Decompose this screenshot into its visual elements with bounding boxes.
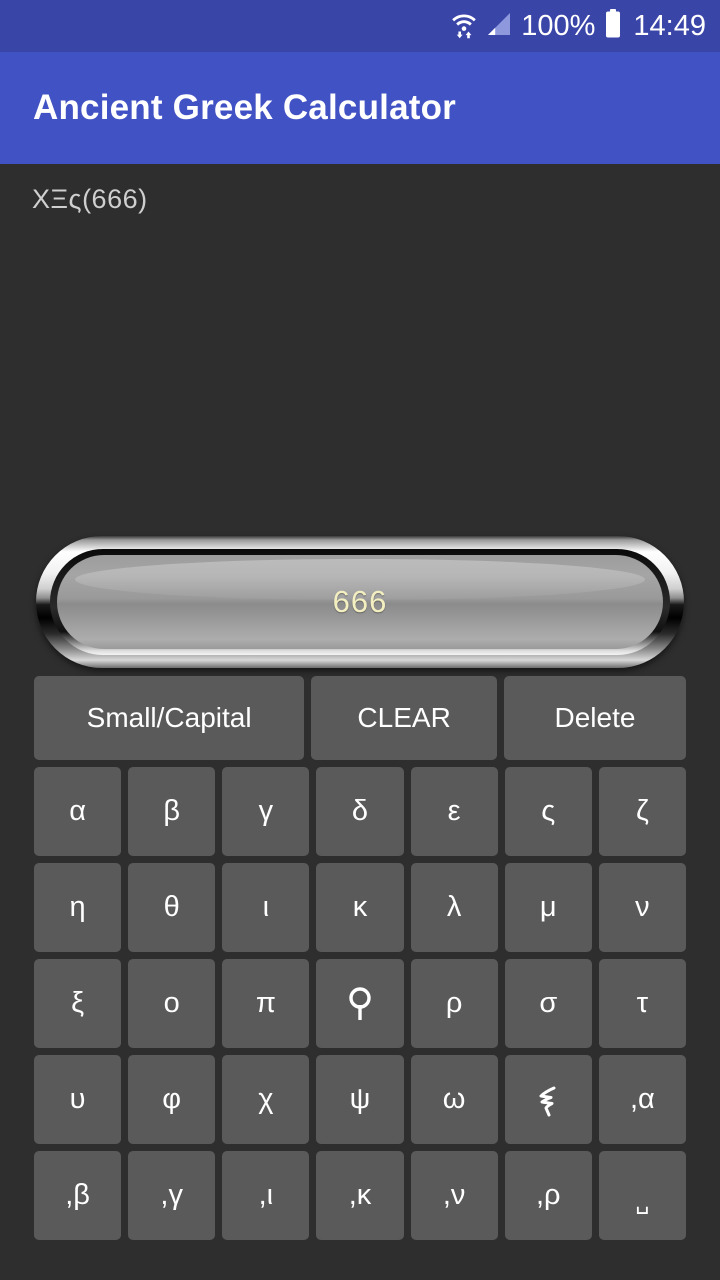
letter-row-5: ,β ,γ ,ι ,κ ,ν ,ρ ␣ xyxy=(34,1151,686,1240)
key-koppa[interactable] xyxy=(316,959,404,1048)
key-upsilon[interactable]: υ xyxy=(34,1055,122,1144)
wifi-with-transfer-arrows-icon xyxy=(451,9,477,44)
display-face: 666 xyxy=(57,555,663,649)
clear-button[interactable]: CLEAR xyxy=(311,676,497,760)
key-phi[interactable]: φ xyxy=(128,1055,216,1144)
result-display[interactable]: 666 xyxy=(36,536,684,668)
key-omega[interactable]: ω xyxy=(410,1055,498,1144)
status-bar: 100% 14:49 xyxy=(0,0,720,52)
key-thousand-iota[interactable]: ,ι xyxy=(222,1151,310,1240)
koppa-glyph xyxy=(347,985,373,1023)
key-thousand-rho[interactable]: ,ρ xyxy=(504,1151,592,1240)
expression-text: ΧΞς(666) xyxy=(32,184,148,214)
key-zeta[interactable]: ζ xyxy=(598,767,686,856)
key-mu[interactable]: μ xyxy=(504,863,592,952)
key-thousand-nu[interactable]: ,ν xyxy=(410,1151,498,1240)
key-eta[interactable]: η xyxy=(34,863,122,952)
key-epsilon[interactable]: ε xyxy=(410,767,498,856)
small-capital-button[interactable]: Small/Capital xyxy=(34,676,305,760)
key-chi[interactable]: χ xyxy=(222,1055,310,1144)
key-theta[interactable]: θ xyxy=(128,863,216,952)
letter-row-4: υ φ χ ψ ω ,α xyxy=(34,1055,686,1144)
key-delta[interactable]: δ xyxy=(316,767,404,856)
key-iota[interactable]: ι xyxy=(222,863,310,952)
app-title: Ancient Greek Calculator xyxy=(33,88,456,127)
key-xi[interactable]: ξ xyxy=(34,959,122,1048)
key-psi[interactable]: ψ xyxy=(316,1055,404,1144)
key-thousand-beta[interactable]: ,β xyxy=(34,1151,122,1240)
key-stigma[interactable]: ς xyxy=(504,767,592,856)
delete-button[interactable]: Delete xyxy=(503,676,686,760)
status-clock: 14:49 xyxy=(633,9,706,42)
key-kappa[interactable]: κ xyxy=(316,863,404,952)
battery-full-icon xyxy=(604,8,622,44)
key-sigma[interactable]: σ xyxy=(504,959,592,1048)
keypad: Small/Capital CLEAR Delete α β γ δ ε ς ζ… xyxy=(34,676,686,1247)
app-bar: Ancient Greek Calculator xyxy=(0,52,720,164)
letter-row-1: α β γ δ ε ς ζ xyxy=(34,767,686,856)
letter-row-2: η θ ι κ λ μ ν xyxy=(34,863,686,952)
key-beta[interactable]: β xyxy=(128,767,216,856)
display-value: 666 xyxy=(332,584,388,619)
cellular-signal-icon xyxy=(486,11,512,42)
key-thousand-alpha[interactable]: ,α xyxy=(598,1055,686,1144)
key-lambda[interactable]: λ xyxy=(410,863,498,952)
main-content: ΧΞς(666) 666 Small/Capital CLEAR Delete … xyxy=(0,164,720,1280)
battery-percent-label: 100% xyxy=(521,9,596,42)
key-sampi[interactable] xyxy=(504,1055,592,1144)
key-gamma[interactable]: γ xyxy=(222,767,310,856)
key-thousand-gamma[interactable]: ,γ xyxy=(128,1151,216,1240)
key-pi[interactable]: π xyxy=(222,959,310,1048)
key-rho[interactable]: ρ xyxy=(410,959,498,1048)
space-glyph: ␣ xyxy=(635,1188,650,1214)
key-omicron[interactable]: ο xyxy=(128,959,216,1048)
key-alpha[interactable]: α xyxy=(34,767,122,856)
key-space[interactable]: ␣ xyxy=(598,1151,686,1240)
sampi-glyph xyxy=(535,1081,561,1119)
key-nu[interactable]: ν xyxy=(598,863,686,952)
key-thousand-kappa[interactable]: ,κ xyxy=(316,1151,404,1240)
action-row: Small/Capital CLEAR Delete xyxy=(34,676,686,760)
key-tau[interactable]: τ xyxy=(598,959,686,1048)
letter-row-3: ξ ο π ρ σ τ xyxy=(34,959,686,1048)
